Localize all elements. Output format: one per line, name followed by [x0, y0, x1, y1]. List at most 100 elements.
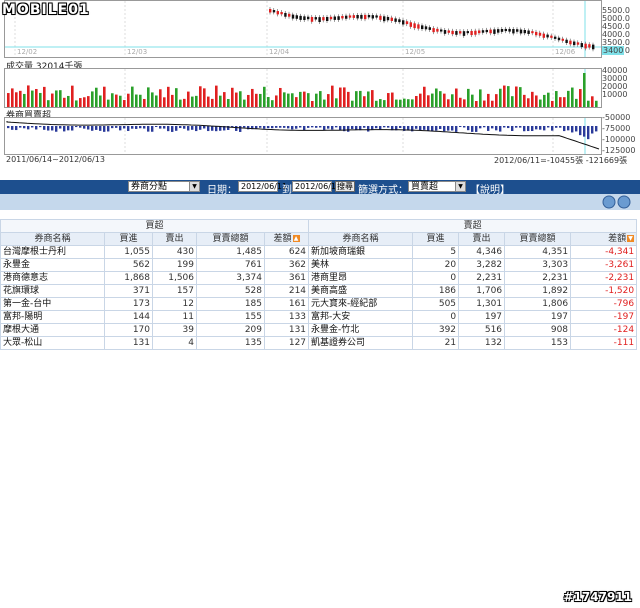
expand-icon[interactable]	[602, 195, 616, 209]
query-button[interactable]: 搜尋	[335, 181, 355, 192]
table-row: 港商德意志 1,868 1,506 3,374 361 港商里昂 0 2,231 2,231 -2…	[0, 271, 638, 285]
volume-bar	[391, 92, 394, 107]
broker-name-link[interactable]: 新加坡商瑞銀	[308, 245, 414, 259]
table-cell: 153	[504, 336, 572, 350]
col-total: 買賣總額	[504, 232, 572, 246]
broker-bar	[283, 126, 286, 128]
volume-bar	[103, 86, 106, 107]
col-broker: 券商名稱	[308, 232, 414, 246]
broker-bar	[499, 126, 502, 132]
volume-bar	[251, 88, 254, 107]
volume-bar	[107, 99, 110, 107]
table-cell: 131	[104, 336, 153, 350]
sort-icon[interactable]: ▼	[627, 235, 635, 242]
broker-bar	[115, 126, 118, 128]
broker-name-link[interactable]: 美商高盛	[308, 284, 414, 298]
broker-bar	[531, 126, 534, 132]
volume-bar	[431, 93, 434, 107]
table-cell: 11	[152, 310, 197, 324]
volume-bar	[539, 99, 542, 107]
volume-bar	[11, 88, 14, 107]
filter-select[interactable]: 買賣超 ▼	[408, 181, 466, 192]
date-from-input[interactable]: 2012/06/11	[238, 181, 287, 192]
table-row: 富邦-陽明 144 11 155 133 富邦-大安 0 197 197 -197	[0, 310, 638, 324]
broker-name-link[interactable]: 富邦-陽明	[0, 310, 105, 324]
col-diff[interactable]: 差額 ▲	[263, 232, 310, 246]
logo: MOBILE01	[2, 2, 90, 18]
broker-bar	[331, 126, 334, 130]
candle	[371, 15, 374, 19]
broker-name-link[interactable]: 永豐金-竹北	[308, 323, 414, 337]
broker-bar	[175, 126, 178, 131]
volume-bar	[395, 99, 398, 107]
broker-name-link[interactable]: 第一金-台中	[0, 297, 105, 311]
sell-title: 賣超	[308, 219, 638, 233]
volume-bar	[223, 92, 226, 107]
volume-bar	[311, 100, 314, 107]
broker-name-link[interactable]: 花旗環球	[0, 284, 105, 298]
broker-bar	[383, 126, 386, 128]
broker-bar	[239, 126, 242, 132]
broker-bar	[399, 126, 402, 128]
mode-select[interactable]: 券商分點 ▼	[128, 181, 200, 192]
broker-name-link[interactable]: 永豐金	[0, 258, 105, 272]
sort-icon[interactable]: ▲	[292, 235, 300, 242]
broker-bar	[163, 126, 166, 129]
candle	[417, 24, 420, 29]
volume-bar	[507, 86, 510, 107]
broker-name-link[interactable]: 凱基證券公司	[308, 336, 414, 350]
broker-name-link[interactable]: 大眾-松山	[0, 336, 105, 350]
candle	[466, 31, 469, 34]
buy-title: 買超	[0, 219, 310, 233]
broker-name-link[interactable]: 台灣摩根士丹利	[0, 245, 105, 259]
volume-bar	[247, 94, 250, 107]
broker-bar	[427, 126, 430, 131]
volume-bar	[179, 99, 182, 107]
broker-bar	[183, 126, 186, 129]
table-cell: 4,351	[504, 245, 572, 259]
col-diff[interactable]: 差額 ▼	[570, 232, 638, 246]
volume-bar	[87, 96, 90, 107]
candle	[303, 16, 306, 21]
broker-bar	[339, 126, 342, 131]
candle	[489, 29, 492, 34]
volume-bar	[319, 91, 322, 107]
broker-name-link[interactable]: 港商里昂	[308, 271, 414, 285]
candle	[531, 31, 534, 34]
volume-bar	[359, 90, 362, 107]
candle	[269, 9, 272, 13]
broker-bar	[203, 126, 206, 129]
broker-bar	[235, 126, 238, 131]
broker-name-link[interactable]: 港商德意志	[0, 271, 105, 285]
broker-bar	[299, 126, 302, 128]
candle	[284, 12, 287, 17]
date-to-input[interactable]: 2012/06/11	[292, 181, 341, 192]
x-tick-label: 12/05	[405, 48, 425, 56]
broker-name-link[interactable]: 富邦-大安	[308, 310, 414, 324]
volume-bar	[207, 96, 210, 107]
print-icon[interactable]	[617, 195, 631, 209]
broker-chart	[4, 117, 602, 155]
broker-bar	[67, 126, 70, 131]
col-sell: 賣出	[152, 232, 197, 246]
broker-name-link[interactable]: 摩根大通	[0, 323, 105, 337]
broker-bar	[123, 126, 126, 129]
broker-bar	[551, 126, 554, 131]
table-cell: 161	[263, 297, 310, 311]
candle	[291, 14, 295, 19]
table-cell: 505	[412, 297, 460, 311]
volume-bar	[267, 97, 270, 107]
broker-bar	[79, 126, 82, 128]
axis-tick-label: -100000	[602, 135, 636, 144]
broker-bar	[191, 126, 194, 130]
broker-name-link[interactable]: 美林	[308, 258, 414, 272]
broker-bar	[491, 126, 494, 129]
table-cell: 2,231	[458, 271, 506, 285]
volume-bar	[79, 98, 82, 107]
broker-bar	[211, 126, 214, 131]
candle	[310, 16, 314, 22]
candle	[493, 29, 496, 34]
broker-name-link[interactable]: 元大寶來-經紀部	[308, 297, 414, 311]
broker-bar	[167, 126, 170, 132]
candle	[565, 39, 568, 44]
